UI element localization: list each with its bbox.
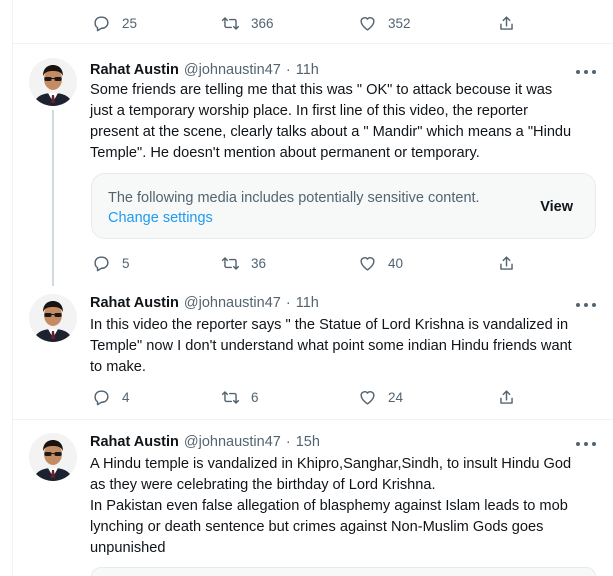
separator: · bbox=[285, 62, 291, 78]
retweet-icon bbox=[221, 257, 240, 270]
timestamp[interactable]: 11h bbox=[296, 295, 319, 311]
reply-button[interactable]: 25 bbox=[92, 14, 137, 33]
avatar[interactable] bbox=[29, 294, 77, 342]
user-handle[interactable]: @johnaustin47 bbox=[184, 62, 281, 78]
tweet-text: In this video the reporter says " the St… bbox=[90, 315, 602, 378]
retweet-icon bbox=[221, 17, 240, 30]
like-count: 40 bbox=[388, 256, 404, 271]
tweet-text-line: Temple" now I don't understand what poin… bbox=[90, 338, 572, 354]
media-preview bbox=[91, 567, 596, 576]
more-dot bbox=[592, 303, 596, 307]
tweet-text-line: In this video the reporter says " the St… bbox=[90, 317, 569, 333]
timeline: 25 366 352 Rahat Austin @johnaustin47 · … bbox=[12, 0, 613, 576]
reply-count: 4 bbox=[122, 390, 130, 405]
retweet-count: 36 bbox=[251, 256, 267, 271]
like-count: 352 bbox=[388, 16, 411, 31]
tweet-text-line: to make. bbox=[90, 359, 146, 375]
retweet-button[interactable]: 6 bbox=[221, 388, 259, 407]
tweet-text-line: Some friends are telling me that this wa… bbox=[90, 82, 553, 98]
tweet-text-line: In Pakistan even false allegation of bla… bbox=[90, 498, 568, 514]
reply-button[interactable]: 4 bbox=[92, 388, 130, 407]
more-dot bbox=[576, 70, 580, 74]
share-icon bbox=[500, 256, 513, 270]
previous-tweet-actions: 25 366 352 bbox=[13, 0, 613, 44]
heart-icon bbox=[360, 391, 375, 405]
thread-line bbox=[52, 110, 54, 286]
more-options-button[interactable] bbox=[576, 64, 596, 80]
more-dot bbox=[576, 303, 580, 307]
like-button[interactable]: 40 bbox=[358, 254, 403, 273]
reply-icon bbox=[94, 256, 109, 272]
retweet-count: 6 bbox=[251, 390, 259, 405]
tweet[interactable]: Rahat Austin @johnaustin47 · 11h In this v… bbox=[13, 284, 613, 420]
user-handle[interactable]: @johnaustin47 bbox=[184, 295, 281, 311]
like-button[interactable]: 24 bbox=[358, 388, 403, 407]
change-settings-link[interactable]: Change settings bbox=[108, 210, 213, 226]
tweet-text-line: just a temporary worship place. In first… bbox=[90, 103, 529, 119]
share-icon bbox=[500, 16, 513, 30]
tweet-header: Rahat Austin @johnaustin47 · 11h bbox=[90, 295, 319, 311]
more-dot bbox=[592, 442, 596, 446]
view-button[interactable]: View bbox=[540, 199, 573, 215]
tweet-header: Rahat Austin @johnaustin47 · 11h bbox=[90, 62, 319, 78]
tweet[interactable]: Rahat Austin @johnaustin47 · 15h A Hindu t… bbox=[13, 421, 613, 576]
retweet-button[interactable]: 366 bbox=[221, 14, 274, 33]
share-button[interactable] bbox=[497, 254, 516, 273]
heart-icon bbox=[360, 17, 375, 31]
user-handle[interactable]: @johnaustin47 bbox=[184, 434, 281, 450]
more-dot bbox=[592, 70, 596, 74]
tweet-text-line: Temple". He doesn't mention about perman… bbox=[90, 145, 480, 161]
more-options-button[interactable] bbox=[576, 436, 596, 452]
retweet-count: 366 bbox=[251, 16, 274, 31]
sensitive-media-warning: The following media includes potentially… bbox=[91, 173, 596, 239]
retweet-button[interactable]: 36 bbox=[221, 254, 266, 273]
display-name[interactable]: Rahat Austin bbox=[90, 295, 179, 311]
tweet-text: Some friends are telling me that this wa… bbox=[90, 80, 602, 164]
separator: · bbox=[285, 434, 291, 450]
more-options-button[interactable] bbox=[576, 297, 596, 313]
reply-count: 25 bbox=[122, 16, 138, 31]
tweet-text: A Hindu temple is vandalized in Khipro,S… bbox=[90, 454, 602, 559]
more-dot bbox=[584, 442, 588, 446]
tweet-header: Rahat Austin @johnaustin47 · 15h bbox=[90, 434, 320, 450]
tweet-text-line: as they were celebrating the birthday of… bbox=[90, 477, 436, 493]
tweet-text-line: lynching or death sentence but crimes ag… bbox=[90, 519, 544, 535]
heart-icon bbox=[360, 257, 375, 271]
display-name[interactable]: Rahat Austin bbox=[90, 62, 179, 78]
tweet-text-line: unpunished bbox=[90, 540, 166, 556]
avatar[interactable] bbox=[29, 433, 77, 481]
more-dot bbox=[576, 442, 580, 446]
sensitive-content-text: The following media includes potentially… bbox=[108, 190, 480, 206]
separator: · bbox=[285, 295, 291, 311]
avatar[interactable] bbox=[29, 58, 77, 106]
share-button[interactable] bbox=[497, 388, 516, 407]
reply-button[interactable]: 5 bbox=[92, 254, 130, 273]
tweet-text-line: present at the scene, clearly talks abou… bbox=[90, 124, 572, 140]
like-button[interactable]: 352 bbox=[358, 14, 411, 33]
more-dot bbox=[584, 303, 588, 307]
retweet-icon bbox=[221, 391, 240, 404]
reply-icon bbox=[94, 390, 109, 406]
share-icon bbox=[500, 390, 513, 404]
reply-count: 5 bbox=[122, 256, 130, 271]
tweet-text-line: A Hindu temple is vandalized in Khipro,S… bbox=[90, 456, 572, 472]
timestamp[interactable]: 11h bbox=[296, 62, 319, 78]
reply-icon bbox=[94, 16, 109, 32]
share-button[interactable] bbox=[497, 14, 516, 33]
display-name[interactable]: Rahat Austin bbox=[90, 434, 179, 450]
more-dot bbox=[584, 70, 588, 74]
like-count: 24 bbox=[388, 390, 404, 405]
tweet[interactable]: Rahat Austin @johnaustin47 · 11h Some frie… bbox=[13, 44, 613, 286]
timestamp[interactable]: 15h bbox=[296, 434, 320, 450]
